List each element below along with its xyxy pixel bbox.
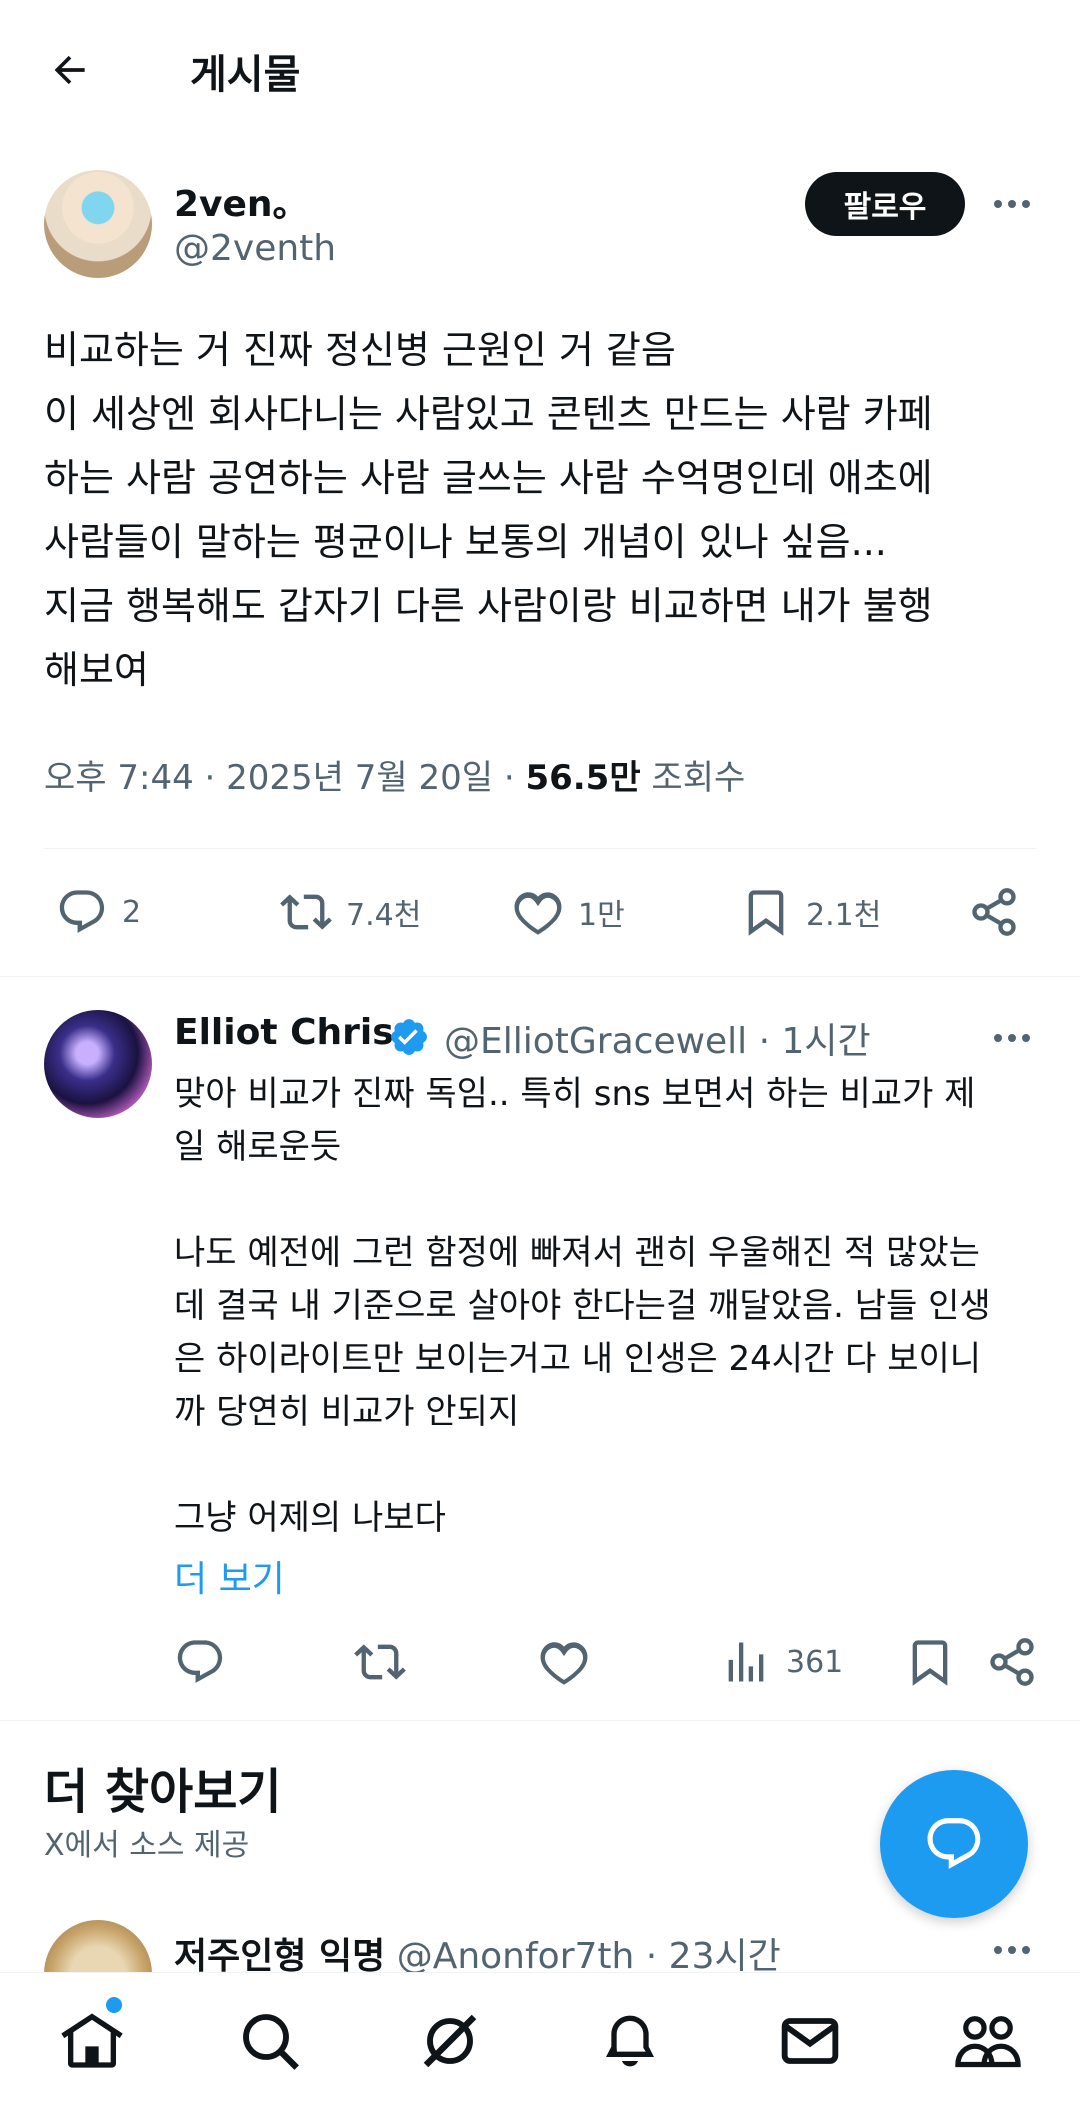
dot-icon xyxy=(994,1034,1002,1042)
compose-reply-button[interactable] xyxy=(880,1770,1028,1918)
search-icon xyxy=(243,2014,299,2070)
dot-icon xyxy=(1008,1946,1016,1954)
repost-count: 7.4천 xyxy=(346,898,422,933)
dot-icon xyxy=(1022,1034,1030,1042)
notification-dot xyxy=(106,1997,122,2013)
nav-notifications[interactable] xyxy=(592,2003,668,2079)
explore-title: 더 찾아보기 xyxy=(44,1764,282,1820)
reply-icon xyxy=(59,890,105,933)
author-avatar[interactable] xyxy=(44,170,152,278)
divider xyxy=(0,976,1080,977)
reply-bubble-icon xyxy=(927,1818,981,1869)
bookmark-icon xyxy=(912,1640,948,1686)
reply-author-name[interactable]: Elliot Chris xyxy=(174,1012,394,1053)
views-count: 56.5만 xyxy=(525,758,641,798)
nav-grok[interactable] xyxy=(412,2003,488,2079)
repost-icon xyxy=(280,894,332,930)
like-count: 1만 xyxy=(578,898,625,933)
reply-button[interactable]: 2 xyxy=(56,886,141,938)
follow-button[interactable]: 팔로우 xyxy=(805,172,965,236)
show-more-link[interactable]: 더 보기 xyxy=(174,1550,285,1602)
next-author-handle: @Anonfor7th · 23시간 xyxy=(385,1936,781,1977)
dot-icon xyxy=(994,200,1002,208)
divider xyxy=(44,848,1036,849)
bookmark-button[interactable]: 2.1천 xyxy=(740,886,881,938)
author-handle[interactable]: @2venth xyxy=(174,228,336,269)
reply-repost-button[interactable] xyxy=(354,1636,406,1688)
explore-subtitle: X에서 소스 제공 xyxy=(44,1828,250,1863)
bottom-nav xyxy=(0,1972,1080,2109)
dot-icon xyxy=(1022,1946,1030,1954)
share-button[interactable] xyxy=(968,886,1020,938)
more-options-button[interactable] xyxy=(984,184,1040,224)
post-meta: 오후 7:44 · 2025년 7월 20일 · 56.5만 조회수 xyxy=(44,750,745,799)
share-icon xyxy=(990,1638,1034,1686)
views-label: 조회수 xyxy=(640,758,746,798)
bell-icon xyxy=(606,2015,654,2067)
repost-button[interactable]: 7.4천 xyxy=(280,886,421,938)
heart-icon xyxy=(514,892,562,935)
dot-icon xyxy=(1008,1034,1016,1042)
grok-icon xyxy=(423,2014,477,2068)
analytics-icon xyxy=(728,1642,764,1682)
page-title: 게시물 xyxy=(190,52,301,98)
bookmark-count: 2.1천 xyxy=(806,898,882,933)
divider xyxy=(0,1720,1080,1721)
dot-icon xyxy=(994,1946,1002,1954)
dot-icon xyxy=(1008,200,1016,208)
repost-icon xyxy=(354,1644,406,1680)
reply-bookmark-button[interactable] xyxy=(904,1636,956,1688)
nav-search[interactable] xyxy=(232,2003,308,2079)
dot-icon xyxy=(1022,200,1030,208)
top-bar: 게시물 xyxy=(0,0,1080,140)
reply-share-button[interactable] xyxy=(986,1636,1038,1688)
mail-icon xyxy=(781,2018,839,2064)
reply-count: 2 xyxy=(122,894,142,930)
reply-like-button[interactable] xyxy=(538,1636,590,1688)
nav-communities[interactable] xyxy=(950,2003,1026,2079)
next-author-name: 저주인형 익명 xyxy=(174,1936,386,1977)
reply-text: 맞아 비교가 진짜 독임.. 특히 sns 보면서 하는 비교가 제 일 해로운… xyxy=(174,1074,991,1538)
author-name[interactable]: 2ven。 xyxy=(174,175,309,227)
arrow-left-icon xyxy=(54,55,85,85)
post-text: 비교하는 거 진짜 정신병 근원인 거 같음 이 세상엔 회사다니는 사람있고 … xyxy=(44,328,933,692)
home-icon xyxy=(61,2013,123,2068)
post-timestamp[interactable]: 오후 7:44 · 2025년 7월 20일 · xyxy=(44,758,525,798)
nav-messages[interactable] xyxy=(772,2003,848,2079)
back-button[interactable] xyxy=(40,40,100,100)
verified-badge-icon xyxy=(391,1019,427,1055)
reply-views-count: 361 xyxy=(786,1644,844,1680)
reply-more-options-button[interactable] xyxy=(984,1018,1040,1058)
communities-icon xyxy=(955,2016,1021,2068)
reply-reply-button[interactable] xyxy=(174,1636,226,1688)
reply-author-handle[interactable]: @ElliotGracewell · 1시간 xyxy=(444,1012,871,1064)
nav-home[interactable] xyxy=(54,2003,130,2079)
like-button[interactable]: 1만 xyxy=(512,886,625,938)
reply-author-avatar[interactable] xyxy=(44,1010,152,1118)
reply-views-button[interactable]: 361 xyxy=(720,1636,843,1688)
reply-icon xyxy=(177,1640,223,1683)
heart-icon xyxy=(540,1642,588,1685)
bookmark-icon xyxy=(748,890,784,936)
share-icon xyxy=(972,888,1016,936)
next-more-options-button[interactable] xyxy=(984,1930,1040,1970)
